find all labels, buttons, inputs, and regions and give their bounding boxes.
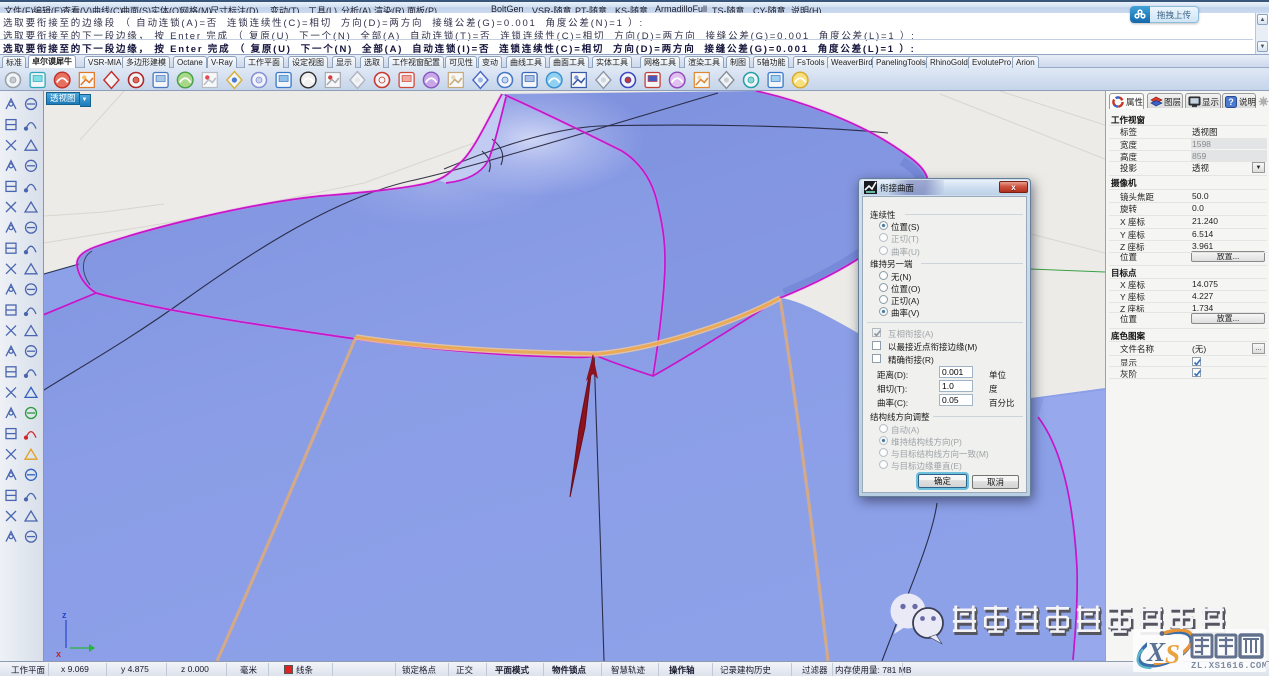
svg-text:z: z	[62, 610, 67, 620]
svg-text:X: X	[1146, 637, 1166, 667]
svg-text:ZL.XS1616.COM: ZL.XS1616.COM	[1191, 661, 1266, 671]
svg-text:S: S	[1165, 639, 1180, 669]
svg-text:x: x	[56, 649, 61, 659]
svg-text:?: ?	[1228, 97, 1234, 107]
